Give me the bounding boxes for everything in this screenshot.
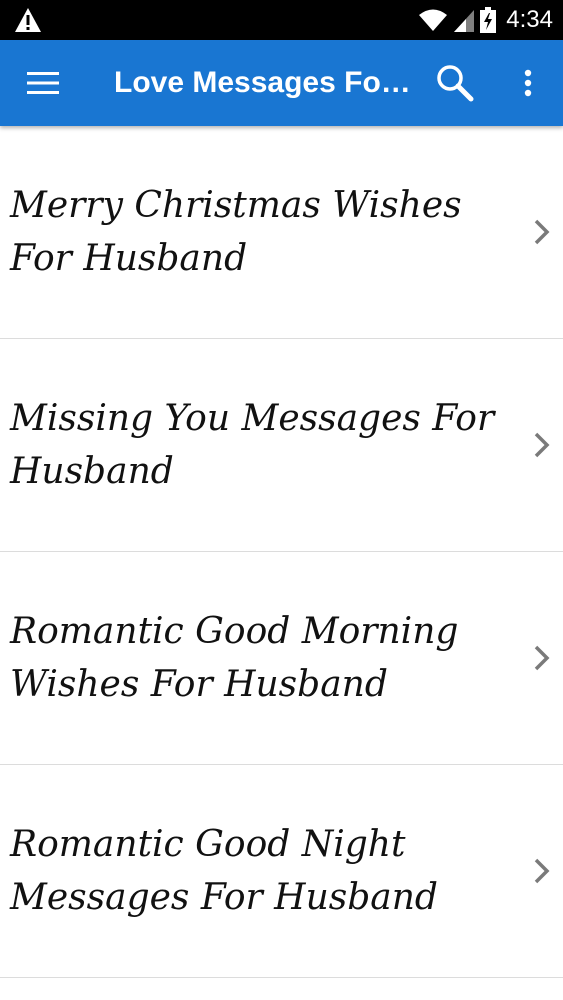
- more-vert-icon: [524, 69, 532, 97]
- wifi-icon: [419, 9, 448, 31]
- chevron-right-icon: [534, 858, 550, 884]
- list-item[interactable]: Romantic Good Morning Wishes For Husband: [0, 552, 563, 765]
- signal-icon: [454, 10, 475, 32]
- list-item[interactable]: Merry Christmas Wishes For Husband: [0, 126, 563, 339]
- list-item[interactable]: Missing You Messages For Husband: [0, 339, 563, 552]
- menu-icon: [27, 72, 59, 94]
- more-options-button[interactable]: [508, 60, 548, 106]
- status-bar: 4:34: [0, 0, 563, 40]
- list-item-label: Romantic Good Morning Wishes For Husband: [10, 611, 459, 705]
- list-item-label: Missing You Messages For Husband: [10, 398, 495, 492]
- warning-icon: [15, 8, 41, 32]
- battery-icon: [480, 7, 497, 33]
- message-category-list: Merry Christmas Wishes For Husband Missi…: [0, 126, 563, 978]
- chevron-right-icon: [534, 645, 550, 671]
- chevron-right-icon: [534, 219, 550, 245]
- status-time: 4:34: [506, 6, 553, 33]
- chevron-right-icon: [534, 432, 550, 458]
- search-icon: [437, 65, 474, 102]
- list-item-label: Romantic Good Night Messages For Husband: [10, 824, 438, 918]
- app-bar: Love Messages For Husband: [0, 40, 563, 126]
- page-title: Love Messages For Husband: [114, 66, 414, 99]
- status-icons: 4:34: [418, 0, 553, 40]
- menu-button[interactable]: [20, 62, 66, 104]
- list-item[interactable]: Romantic Good Night Messages For Husband: [0, 765, 563, 978]
- search-button[interactable]: [432, 60, 478, 106]
- list-item-label: Merry Christmas Wishes For Husband: [10, 185, 462, 279]
